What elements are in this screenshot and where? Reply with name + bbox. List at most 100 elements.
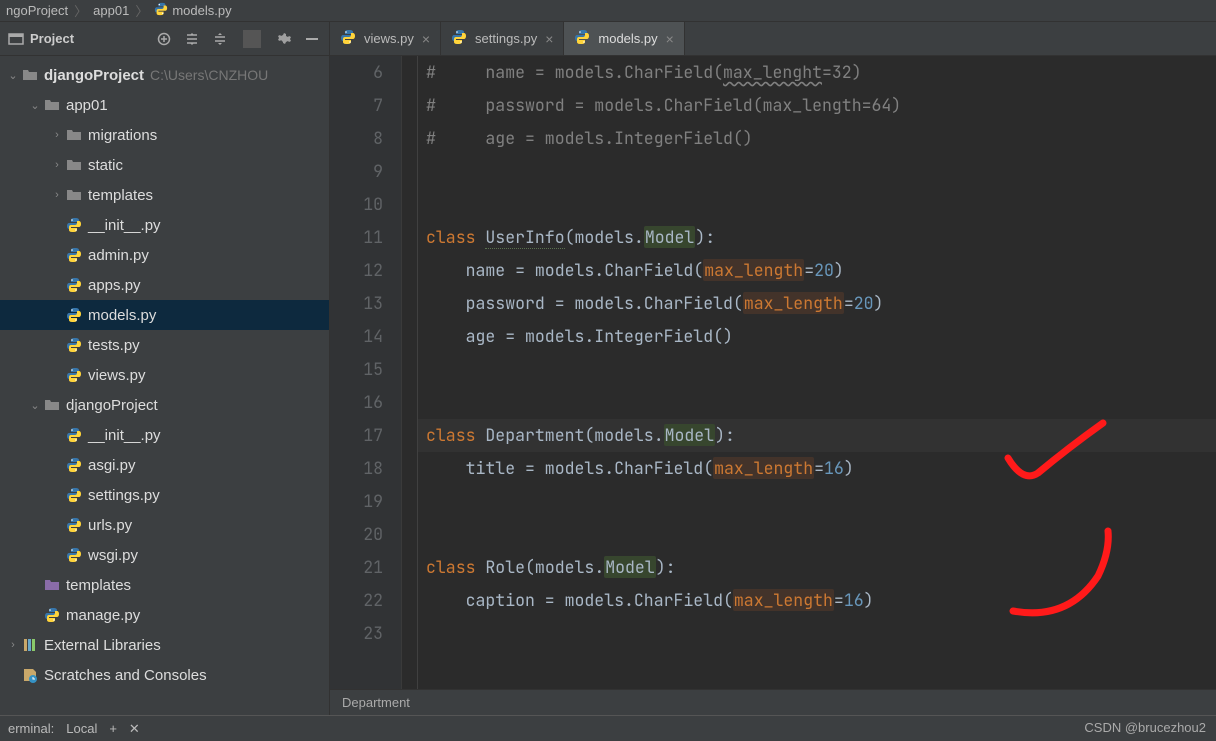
python-file-icon: [64, 367, 84, 383]
tree-item-label: app01: [66, 97, 108, 114]
line-number: 8: [330, 122, 383, 155]
tree-item-admin-py[interactable]: admin.py: [0, 240, 329, 270]
python-file-icon: [64, 247, 84, 263]
code-line-13[interactable]: password = models.CharField(max_length=2…: [426, 287, 1216, 320]
tree-item-label: Scratches and Consoles: [44, 667, 207, 684]
python-file-icon: [64, 277, 84, 293]
tab-models-py[interactable]: models.py×: [564, 22, 684, 55]
folder-icon: [42, 397, 62, 413]
breadcrumb-folder[interactable]: app01: [93, 3, 129, 18]
python-file-icon: [64, 517, 84, 533]
tab-label: views.py: [364, 31, 414, 46]
tab-settings-py[interactable]: settings.py ×: [441, 22, 564, 55]
folder-icon: [64, 187, 84, 203]
line-number: 6: [330, 56, 383, 89]
terminal-add-icon[interactable]: +: [109, 721, 117, 736]
gear-icon[interactable]: [275, 30, 293, 48]
tree-item-templates[interactable]: ›templates: [0, 180, 329, 210]
breadcrumb-sep: 〉: [135, 1, 148, 20]
tree-item-label: models.py: [88, 307, 156, 324]
tree-item-label: views.py: [88, 367, 146, 384]
tree-item---init---py[interactable]: __init__.py: [0, 210, 329, 240]
collapse-all-icon[interactable]: [211, 30, 229, 48]
tree-item-migrations[interactable]: ›migrations: [0, 120, 329, 150]
python-file-icon: [64, 307, 84, 323]
terminal-label[interactable]: erminal:: [8, 721, 54, 736]
tree-item-tests-py[interactable]: tests.py: [0, 330, 329, 360]
code-line-16[interactable]: [426, 386, 1216, 419]
expand-all-icon[interactable]: [183, 30, 201, 48]
code-line-7[interactable]: # password = models.CharField(max_length…: [426, 89, 1216, 122]
tab-label: settings.py: [475, 31, 537, 46]
code-line-8[interactable]: # age = models.IntegerField(): [426, 122, 1216, 155]
tree-item-models-py[interactable]: models.py: [0, 300, 329, 330]
code-line-14[interactable]: age = models.IntegerField(): [426, 320, 1216, 353]
code-line-17[interactable]: class Department(models.Model):: [418, 419, 1216, 452]
tree-arrow-icon[interactable]: ›: [50, 189, 64, 201]
project-view-icon: [8, 31, 24, 47]
tree-item-wsgi-py[interactable]: wsgi.py: [0, 540, 329, 570]
tree-item-label: urls.py: [88, 517, 132, 534]
tree-item-scratches-and-consoles[interactable]: Scratches and Consoles: [0, 660, 329, 690]
terminal-close-icon[interactable]: ✕: [129, 721, 140, 737]
line-number: 16: [330, 386, 383, 419]
line-number: 17: [330, 419, 383, 452]
code-line-9[interactable]: [426, 155, 1216, 188]
code-line-18[interactable]: title = models.CharField(max_length=16): [426, 452, 1216, 485]
close-icon[interactable]: ×: [666, 31, 674, 47]
project-tree[interactable]: ⌄djangoProjectC:\Users\CNZHOU⌄app01›migr…: [0, 56, 329, 715]
tree-arrow-icon[interactable]: ›: [50, 129, 64, 141]
tree-item-views-py[interactable]: views.py: [0, 360, 329, 390]
tab-views-py[interactable]: views.py ×: [330, 22, 441, 55]
code-line-12[interactable]: name = models.CharField(max_length=20): [426, 254, 1216, 287]
close-icon[interactable]: ×: [422, 31, 430, 47]
tree-item-static[interactable]: › static: [0, 150, 329, 180]
python-file-icon: [574, 29, 590, 48]
tree-item-djangoproject[interactable]: ⌄djangoProject: [0, 390, 329, 420]
tree-item-templates[interactable]: templates: [0, 570, 329, 600]
code-content[interactable]: # name = models.CharField(max_lenght=32)…: [418, 56, 1216, 689]
tree-arrow-icon[interactable]: ›: [50, 159, 64, 171]
class-context[interactable]: Department: [342, 695, 410, 710]
code-line-22[interactable]: caption = models.CharField(max_length=16…: [426, 584, 1216, 617]
tree-item-settings-py[interactable]: settings.py: [0, 480, 329, 510]
folder-icon: [20, 67, 40, 83]
breadcrumb-file[interactable]: models.py: [172, 3, 231, 18]
library-icon: [20, 637, 40, 653]
code-editor[interactable]: 67891011121314151617181920212223 # name …: [330, 56, 1216, 689]
select-opened-icon[interactable]: [155, 30, 173, 48]
code-line-15[interactable]: [426, 353, 1216, 386]
tree-item-asgi-py[interactable]: asgi.py: [0, 450, 329, 480]
code-line-10[interactable]: [426, 188, 1216, 221]
line-number: 18: [330, 452, 383, 485]
line-number: 12: [330, 254, 383, 287]
terminal-local[interactable]: Local: [66, 721, 97, 736]
python-file-icon: [451, 29, 467, 48]
code-line-11[interactable]: class UserInfo(models.Model):: [426, 221, 1216, 254]
tree-arrow-icon[interactable]: ⌄: [28, 99, 42, 112]
editor-breadcrumb[interactable]: Department: [330, 689, 1216, 715]
code-line-6[interactable]: # name = models.CharField(max_lenght=32): [426, 56, 1216, 89]
code-line-19[interactable]: [426, 485, 1216, 518]
tree-item---init---py[interactable]: __init__.py: [0, 420, 329, 450]
tree-item-app01[interactable]: ⌄ app01: [0, 90, 329, 120]
tree-arrow-icon[interactable]: ›: [6, 639, 20, 651]
code-line-20[interactable]: [426, 518, 1216, 551]
tree-item-urls-py[interactable]: urls.py: [0, 510, 329, 540]
breadcrumb-project[interactable]: ngoProject: [6, 3, 68, 18]
tree-item-external-libraries[interactable]: ›External Libraries: [0, 630, 329, 660]
tree-item-label: __init__.py: [88, 217, 161, 234]
tree-arrow-icon[interactable]: ⌄: [6, 69, 20, 82]
close-icon[interactable]: ×: [545, 31, 553, 47]
code-line-23[interactable]: [426, 617, 1216, 650]
code-line-21[interactable]: class Role(models.Model):: [426, 551, 1216, 584]
python-file-icon: [64, 487, 84, 503]
tree-item-djangoproject[interactable]: ⌄djangoProjectC:\Users\CNZHOU: [0, 60, 329, 90]
tree-item-apps-py[interactable]: apps.py: [0, 270, 329, 300]
hide-icon[interactable]: [303, 30, 321, 48]
tree-item-label: static: [88, 157, 123, 174]
tree-item-manage-py[interactable]: manage.py: [0, 600, 329, 630]
fold-column[interactable]: [402, 56, 418, 689]
tree-arrow-icon[interactable]: ⌄: [28, 399, 42, 412]
sidebar-header: Project: [0, 22, 329, 56]
